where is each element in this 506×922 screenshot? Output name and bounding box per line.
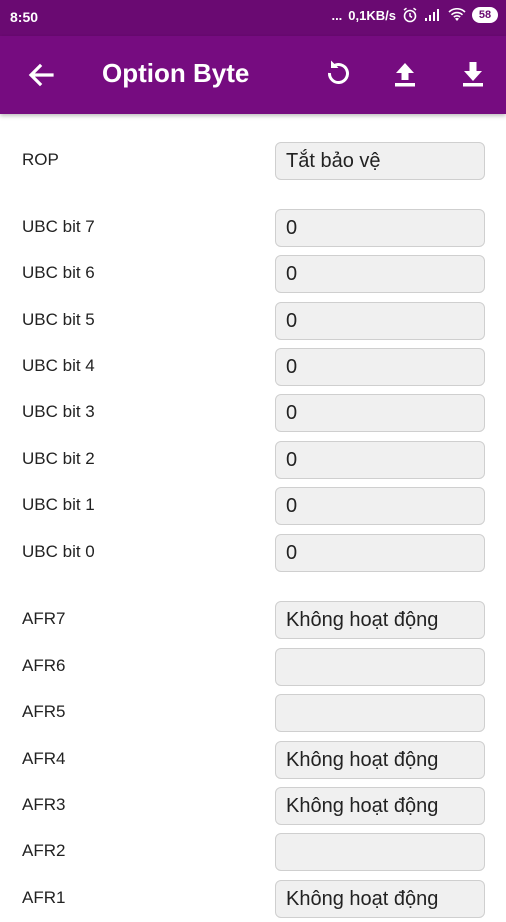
upload-icon[interactable] [387,57,423,93]
option-value-field[interactable]: 0 [275,441,485,479]
option-row-afr4: AFR4 Không hoạt động [0,737,506,783]
option-row-afr2: AFR2 [0,829,506,875]
option-row-rop: ROP Tắt bảo vệ [0,138,506,184]
option-value-field[interactable]: Không hoạt động [275,601,485,639]
alarm-icon [402,7,418,23]
option-label: AFR6 [22,656,66,675]
wifi-icon [448,8,466,22]
option-value-field[interactable] [275,694,485,732]
option-label: UBC bit 6 [22,263,95,282]
option-value-field[interactable]: 0 [275,534,485,572]
option-value-field[interactable]: 0 [275,394,485,432]
option-label: UBC bit 5 [22,310,95,329]
signal-icon [424,8,442,22]
status-dots: ... [331,7,343,23]
refresh-icon[interactable] [320,57,356,93]
option-label: AFR2 [22,841,66,860]
option-label: AFR3 [22,795,66,814]
option-label: UBC bit 0 [22,542,95,561]
option-value-field[interactable] [275,833,485,871]
status-time: 8:50 [10,9,39,25]
option-value-field[interactable] [275,648,485,686]
download-icon[interactable] [455,57,491,93]
option-byte-form: ROP Tắt bảo vệ UBC bit 7 0 UBC bit 6 0 U… [0,114,506,918]
battery-indicator: 58 [472,7,498,23]
option-value-field[interactable]: Không hoạt động [275,787,485,825]
back-arrow-icon[interactable] [24,58,58,92]
option-value-field[interactable]: 0 [275,209,485,247]
option-value-field[interactable]: Không hoạt động [275,880,485,918]
status-bar: 8:50 ... 0,1KB/s 58 [0,0,506,36]
option-row-ubc-bit-5: UBC bit 5 0 [0,298,506,344]
option-label: AFR7 [22,609,66,628]
option-label: AFR1 [22,888,66,907]
status-icons: ... 0,1KB/s 58 [331,7,498,23]
option-label: AFR5 [22,702,66,721]
option-value-field[interactable]: Không hoạt động [275,741,485,779]
option-row-afr1: AFR1 Không hoạt động [0,876,506,922]
option-value-field[interactable]: 0 [275,348,485,386]
network-speed: 0,1KB/s [348,7,396,23]
option-row-ubc-bit-4: UBC bit 4 0 [0,344,506,390]
option-row-afr7: AFR7 Không hoạt động [0,597,506,643]
page-title: Option Byte [102,58,250,88]
option-value-field[interactable]: 0 [275,255,485,293]
option-label: UBC bit 3 [22,402,95,421]
option-row-afr3: AFR3 Không hoạt động [0,783,506,829]
option-label: UBC bit 1 [22,495,95,514]
option-label: UBC bit 7 [22,217,95,236]
app-bar: Option Byte [0,36,506,114]
option-label: ROP [22,150,59,169]
option-label: UBC bit 2 [22,449,95,468]
option-value-field[interactable]: Tắt bảo vệ [275,142,485,180]
option-row-ubc-bit-0: UBC bit 0 0 [0,530,506,576]
option-label: AFR4 [22,749,66,768]
option-row-ubc-bit-7: UBC bit 7 0 [0,205,506,251]
option-value-field[interactable]: 0 [275,487,485,525]
option-row-afr6: AFR6 [0,644,506,690]
option-value-field[interactable]: 0 [275,302,485,340]
option-row-ubc-bit-6: UBC bit 6 0 [0,251,506,297]
option-row-afr5: AFR5 [0,690,506,736]
option-row-ubc-bit-3: UBC bit 3 0 [0,390,506,436]
option-row-ubc-bit-2: UBC bit 2 0 [0,437,506,483]
option-label: UBC bit 4 [22,356,95,375]
option-row-ubc-bit-1: UBC bit 1 0 [0,483,506,529]
